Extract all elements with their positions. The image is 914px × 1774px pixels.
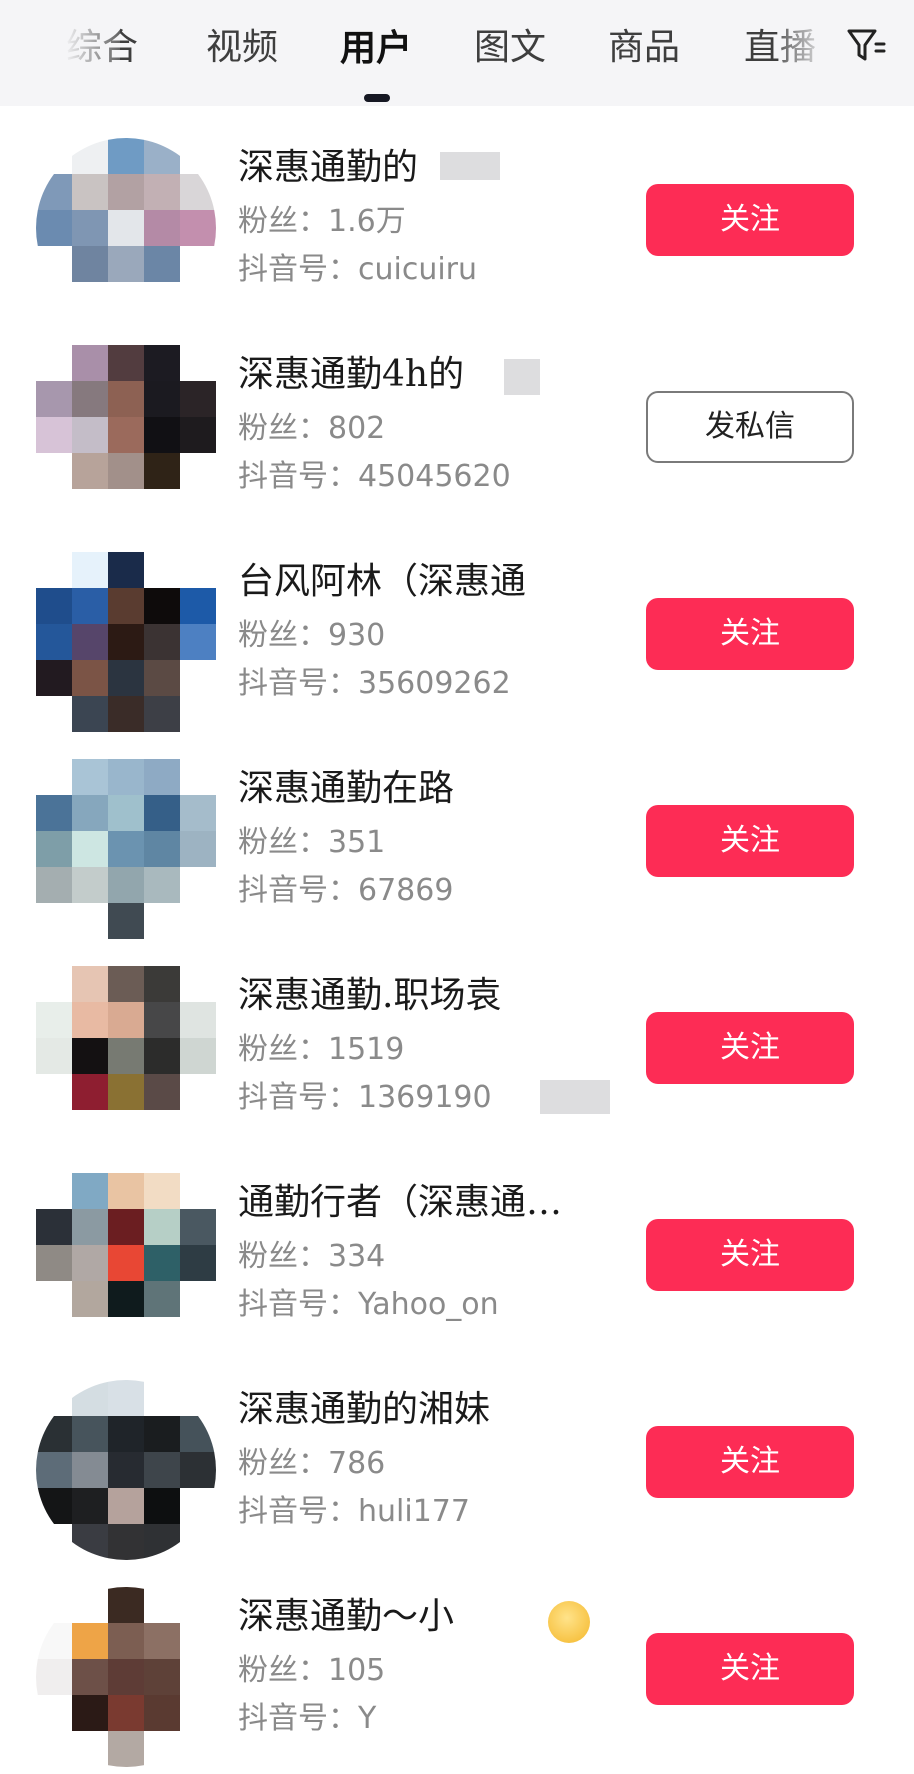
douyin-id: 抖音号：Yahoo_on <box>238 1283 578 1327</box>
douyin-id: 抖音号：Y <box>238 1697 578 1741</box>
fans-label: 粉丝： <box>238 618 328 653</box>
douyin-id: 抖音号：1369190 <box>238 1076 578 1120</box>
douyin-id-value: 67869 <box>358 873 454 908</box>
search-tab-bar: 综合 视频 用户 图文 商品 直播 <box>0 0 914 106</box>
redaction-blur <box>440 152 500 180</box>
user-name: 深惠通勤的湘妹 <box>238 1389 491 1430</box>
user-name: 深惠通勤～小 <box>238 1596 455 1637</box>
redaction-blur <box>504 359 540 395</box>
fans-label: 粉丝： <box>238 1653 328 1688</box>
follow-button[interactable]: 关注 <box>646 1012 854 1084</box>
follow-button[interactable]: 关注 <box>646 1633 854 1705</box>
fans-count: 粉丝：351 <box>238 821 578 865</box>
douyin-id: 抖音号：45045620 <box>238 455 578 499</box>
user-name: 台风阿林（深惠通 <box>238 561 527 602</box>
douyin-id-value: 1369190 <box>358 1080 492 1115</box>
follow-button[interactable]: 关注 <box>646 1219 854 1291</box>
follow-button[interactable]: 关注 <box>646 1426 854 1498</box>
user-row[interactable]: 深惠通勤4h的 粉丝：802 抖音号：45045620 发私信 <box>0 325 914 532</box>
user-row[interactable]: 深惠通勤的 粉丝：1.6万 抖音号：cuicuiru 关注 <box>0 118 914 325</box>
fans-value: 930 <box>328 618 386 653</box>
avatar[interactable] <box>36 345 216 525</box>
fans-value: 105 <box>328 1653 386 1688</box>
filter-icon[interactable] <box>846 26 886 66</box>
avatar[interactable] <box>36 1173 216 1353</box>
user-row[interactable]: 通勤行者（深惠通… 粉丝：334 抖音号：Yahoo_on 关注 <box>0 1153 914 1360</box>
follow-button[interactable]: 关注 <box>646 598 854 670</box>
tab-fade-left <box>64 18 120 88</box>
douyin-label: 抖音号： <box>238 1494 358 1529</box>
avatar[interactable] <box>36 1380 216 1560</box>
fans-value: 334 <box>328 1239 386 1274</box>
douyin-label: 抖音号： <box>238 666 358 701</box>
douyin-id-value: Yahoo_on <box>358 1287 499 1322</box>
fans-count: 粉丝：105 <box>238 1649 578 1693</box>
user-row[interactable]: 深惠通勤.职场袁 粉丝：1519 抖音号：1369190 关注 <box>0 946 914 1153</box>
douyin-label: 抖音号： <box>238 252 358 287</box>
tab-posts[interactable]: 图文 <box>474 22 546 74</box>
douyin-label: 抖音号： <box>238 1701 358 1736</box>
fans-label: 粉丝： <box>238 825 328 860</box>
douyin-id-value: cuicuiru <box>358 252 478 287</box>
tab-users[interactable]: 用户 <box>340 22 412 74</box>
active-tab-indicator <box>364 94 390 102</box>
fans-count: 粉丝：1.6万 <box>238 200 578 244</box>
douyin-id: 抖音号：35609262 <box>238 662 578 706</box>
fans-label: 粉丝： <box>238 1032 328 1067</box>
fans-label: 粉丝： <box>238 411 328 446</box>
fans-count: 粉丝：334 <box>238 1235 578 1279</box>
fans-count: 粉丝：930 <box>238 614 578 658</box>
fans-value: 1519 <box>328 1032 405 1067</box>
tab-video[interactable]: 视频 <box>206 22 278 74</box>
redaction-blur <box>540 1080 610 1114</box>
douyin-label: 抖音号： <box>238 459 358 494</box>
douyin-label: 抖音号： <box>238 1287 358 1322</box>
avatar[interactable] <box>36 552 216 732</box>
douyin-id-value: huli177 <box>358 1494 470 1529</box>
douyin-id: 抖音号：67869 <box>238 869 578 913</box>
douyin-id-value: 35609262 <box>358 666 511 701</box>
fans-value: 1.6万 <box>328 204 406 239</box>
douyin-id-value: Y <box>358 1701 377 1736</box>
avatar[interactable] <box>36 138 216 318</box>
avatar[interactable] <box>36 759 216 939</box>
douyin-id: 抖音号：cuicuiru <box>238 248 578 292</box>
fans-count: 粉丝：786 <box>238 1442 578 1486</box>
douyin-label: 抖音号： <box>238 873 358 908</box>
fans-label: 粉丝： <box>238 204 328 239</box>
douyin-label: 抖音号： <box>238 1080 358 1115</box>
avatar[interactable] <box>36 966 216 1146</box>
user-row[interactable]: 深惠通勤～小 粉丝：105 抖音号：Y 关注 <box>0 1567 914 1774</box>
fans-value: 786 <box>328 1446 386 1481</box>
tab-fade-right <box>780 18 830 88</box>
fans-label: 粉丝： <box>238 1446 328 1481</box>
fans-value: 351 <box>328 825 386 860</box>
emoji-icon <box>548 1601 590 1643</box>
message-button[interactable]: 发私信 <box>646 391 854 463</box>
user-name: 深惠通勤的 <box>238 147 419 188</box>
user-row[interactable]: 深惠通勤在路 粉丝：351 抖音号：67869 关注 <box>0 739 914 946</box>
fans-value: 802 <box>328 411 386 446</box>
fans-count: 粉丝：802 <box>238 407 578 451</box>
follow-button[interactable]: 关注 <box>646 805 854 877</box>
fans-label: 粉丝： <box>238 1239 328 1274</box>
douyin-id-value: 45045620 <box>358 459 511 494</box>
user-row[interactable]: 深惠通勤的湘妹 粉丝：786 抖音号：huli177 关注 <box>0 1360 914 1567</box>
fans-count: 粉丝：1519 <box>238 1028 578 1072</box>
follow-button[interactable]: 关注 <box>646 184 854 256</box>
user-name: 深惠通勤.职场袁 <box>238 975 502 1016</box>
douyin-id: 抖音号：huli177 <box>238 1490 578 1534</box>
avatar[interactable] <box>36 1587 216 1767</box>
user-name: 深惠通勤在路 <box>238 768 455 809</box>
user-row[interactable]: 台风阿林（深惠通 粉丝：930 抖音号：35609262 关注 <box>0 532 914 739</box>
user-name: 通勤行者（深惠通… <box>238 1182 563 1223</box>
tab-products[interactable]: 商品 <box>608 22 680 74</box>
